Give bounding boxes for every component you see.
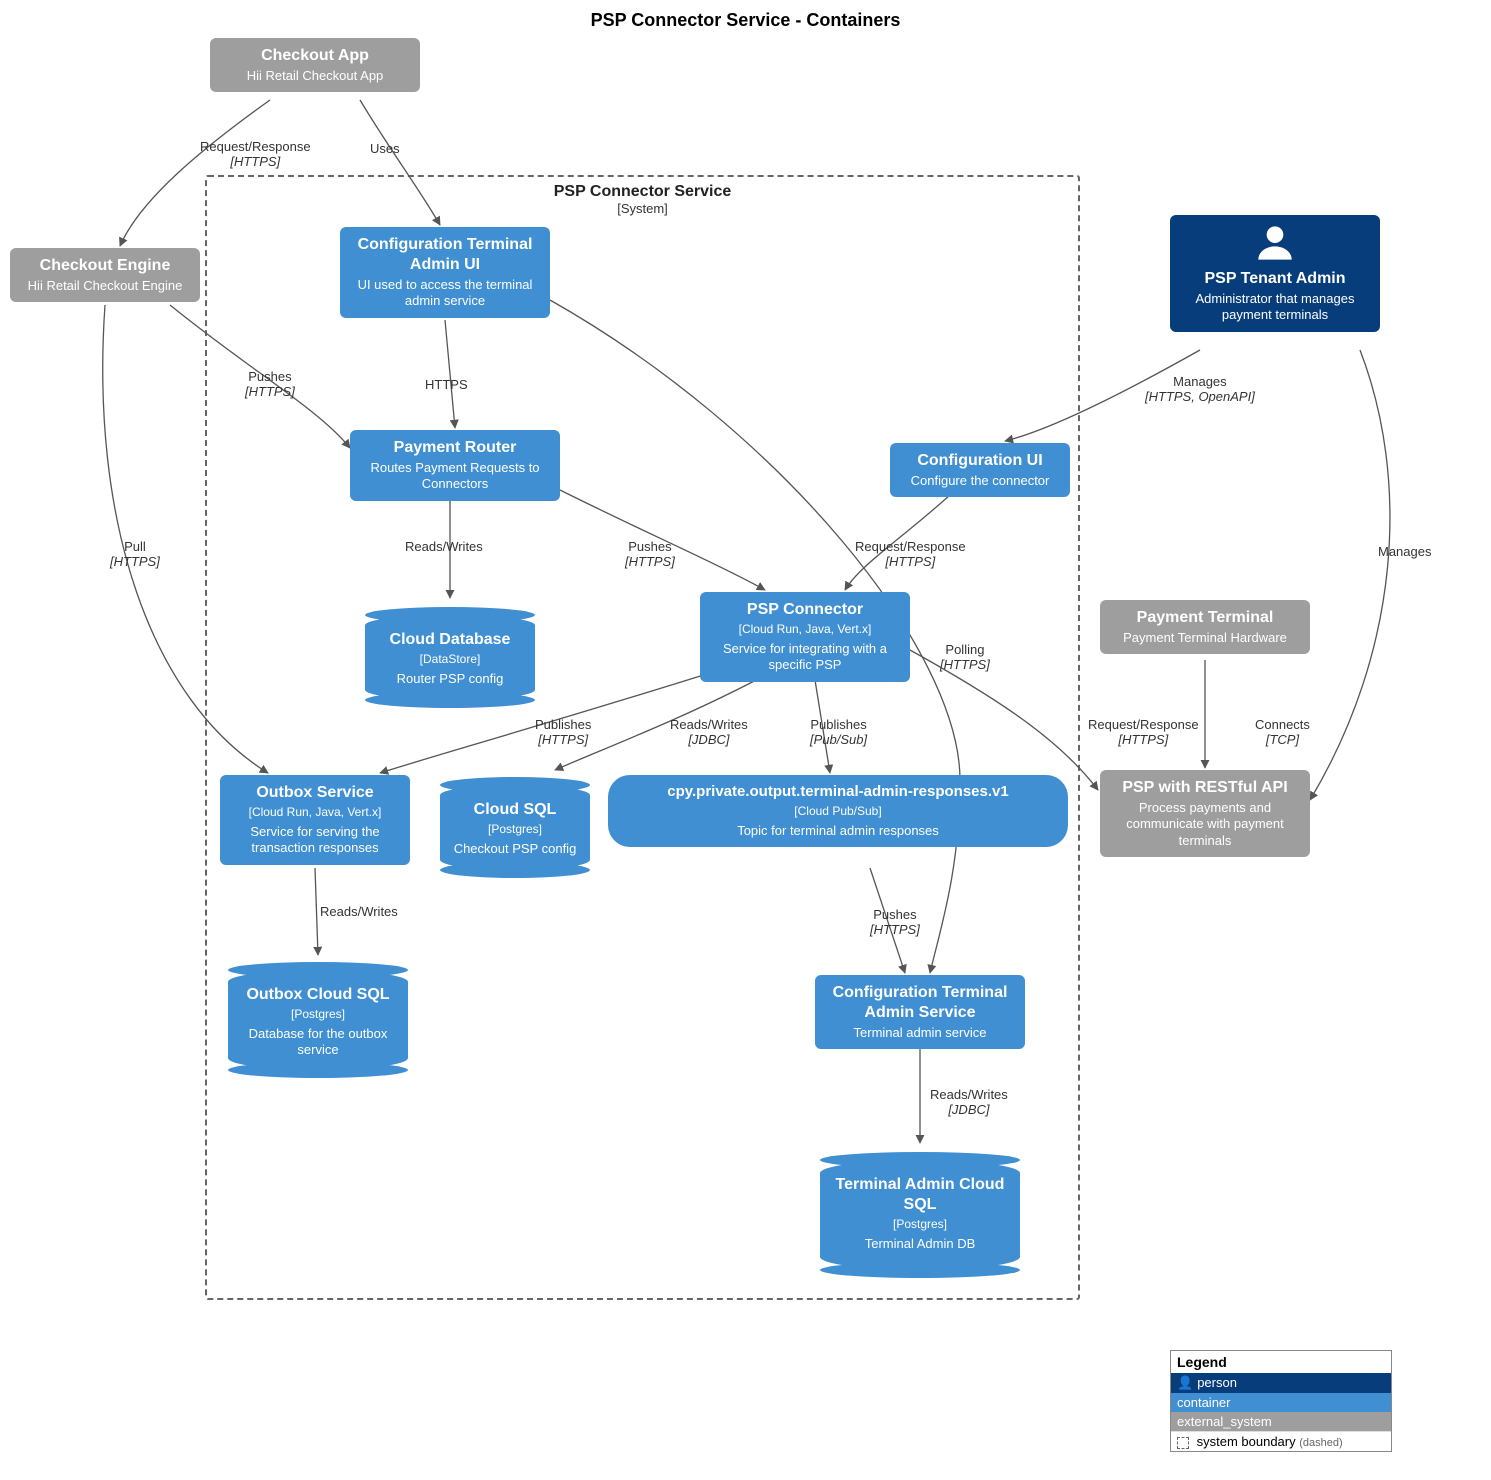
node-config-terminal-admin-service: Configuration Terminal Admin Service Ter… <box>815 975 1025 1049</box>
boundary-subtitle: [System] <box>207 201 1078 216</box>
edge-label-publishes-2: Publishes[Pub/Sub] <box>810 718 867 748</box>
edge-label-rw-4: Reads/Writes[JDBC] <box>930 1088 1008 1118</box>
person-icon <box>1255 223 1295 263</box>
node-outbox-cloud-sql: Outbox Cloud SQL [Postgres] Database for… <box>228 970 408 1070</box>
legend-person: 👤person <box>1171 1373 1391 1393</box>
edge-label-manages-2: Manages <box>1378 545 1431 560</box>
node-psp-api: PSP with RESTful API Process payments an… <box>1100 770 1310 857</box>
edge-label-pushes-3: Pushes[HTTPS] <box>870 908 920 938</box>
node-payment-terminal: Payment Terminal Payment Terminal Hardwa… <box>1100 600 1310 654</box>
legend-external: external_system <box>1171 1412 1391 1431</box>
edge-label-polling: Polling[HTTPS] <box>940 643 990 673</box>
node-psp-tenant-admin: PSP Tenant Admin Administrator that mana… <box>1170 215 1380 332</box>
edge-label-req-resp-1: Request/Response[HTTPS] <box>200 140 311 170</box>
edge-label-req-resp-2: Request/Response[HTTPS] <box>855 540 966 570</box>
edge-label-pushes-1: Pushes[HTTPS] <box>245 370 295 400</box>
diagram-title: PSP Connector Service - Containers <box>0 10 1491 31</box>
node-payment-router: Payment Router Routes Payment Requests t… <box>350 430 560 501</box>
legend-boundary: system boundary (dashed) <box>1171 1431 1391 1451</box>
edge-label-pushes-2: Pushes[HTTPS] <box>625 540 675 570</box>
legend: Legend 👤person container external_system… <box>1170 1350 1392 1452</box>
node-pubsub-topic: cpy.private.output.terminal-admin-respon… <box>608 775 1068 847</box>
edge-label-rw-3: Reads/Writes <box>320 905 398 920</box>
edge-label-req-resp-3: Request/Response[HTTPS] <box>1088 718 1199 748</box>
node-terminal-admin-cloud-sql: Terminal Admin Cloud SQL [Postgres] Term… <box>820 1160 1020 1270</box>
legend-title: Legend <box>1171 1351 1391 1373</box>
node-config-terminal-admin-ui: Configuration Terminal Admin UI UI used … <box>340 227 550 318</box>
node-cloud-database: Cloud Database [DataStore] Router PSP co… <box>365 615 535 700</box>
legend-container: container <box>1171 1393 1391 1412</box>
edge-label-rw-1: Reads/Writes <box>405 540 483 555</box>
edge-label-https: HTTPS <box>425 378 468 393</box>
edge-label-rw-2: Reads/Writes[JDBC] <box>670 718 748 748</box>
node-configuration-ui: Configuration UI Configure the connector <box>890 443 1070 497</box>
edge-label-pull: Pull[HTTPS] <box>110 540 160 570</box>
edge-label-connects: Connects[TCP] <box>1255 718 1310 748</box>
edge-label-publishes-1: Publishes[HTTPS] <box>535 718 591 748</box>
node-cloud-sql: Cloud SQL [Postgres] Checkout PSP config <box>440 785 590 870</box>
node-psp-connector: PSP Connector [Cloud Run, Java, Vert.x] … <box>700 592 910 682</box>
boundary-title: PSP Connector Service <box>207 183 1078 201</box>
edge-label-manages-1: Manages[HTTPS, OpenAPI] <box>1145 375 1255 405</box>
node-checkout-engine: Checkout Engine Hii Retail Checkout Engi… <box>10 248 200 302</box>
edge-label-uses: Uses <box>370 142 400 157</box>
system-boundary: PSP Connector Service [System] <box>205 175 1080 1300</box>
dashed-box-icon <box>1177 1437 1189 1449</box>
node-checkout-app: Checkout App Hii Retail Checkout App <box>210 38 420 92</box>
node-outbox-service: Outbox Service [Cloud Run, Java, Vert.x]… <box>220 775 410 865</box>
